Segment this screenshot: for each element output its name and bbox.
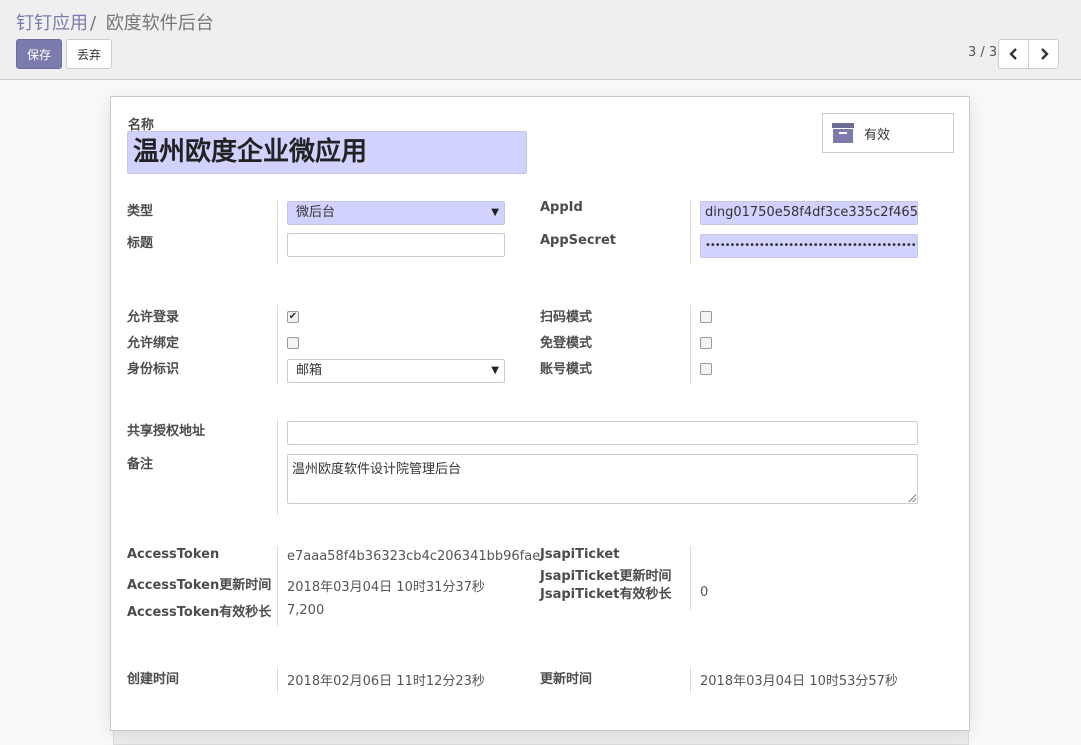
scan-mode-checkbox[interactable]	[700, 311, 712, 323]
allow-login-label: 允许登录	[127, 310, 180, 325]
appsecret-label: AppSecret	[540, 233, 617, 248]
jsapi-ticket-expire-value: 0	[700, 585, 709, 600]
jsapi-ticket-label: JsapiTicket	[540, 547, 620, 562]
separator	[690, 546, 691, 610]
type-value: 微后台	[296, 205, 336, 220]
separator	[277, 199, 278, 265]
breadcrumb: 钉钉应用 / 欧度软件后台	[16, 9, 214, 35]
type-label: 类型	[127, 204, 154, 219]
note-label: 备注	[127, 457, 154, 472]
share-url-input[interactable]	[287, 421, 918, 445]
allow-login-checkbox[interactable]: ✔	[287, 311, 299, 323]
jsapi-ticket-updated-label: JsapiTicket更新时间	[540, 569, 672, 584]
chevron-right-icon	[1040, 48, 1049, 60]
account-mode-label: 账号模式	[540, 362, 593, 377]
access-token-label: AccessToken	[127, 547, 220, 562]
share-url-label: 共享授权地址	[127, 424, 206, 439]
write-date-label: 更新时间	[540, 672, 593, 687]
form-sheet: 名称 温州欧度企业微应用 有效 类型 标题 微后台 ▼ AppId AppSec…	[110, 96, 970, 731]
note-textarea[interactable]: 温州欧度软件设计院管理后台	[287, 454, 918, 504]
separator	[277, 546, 278, 626]
title-label: 标题	[127, 236, 154, 251]
account-mode-checkbox[interactable]	[700, 363, 712, 375]
jsapi-ticket-expire-label: JsapiTicket有效秒长	[540, 587, 672, 602]
dropdown-arrow-icon: ▼	[491, 365, 499, 376]
note-value: 温州欧度软件设计院管理后台	[292, 462, 462, 477]
separator	[277, 305, 278, 385]
allow-bind-label: 允许绑定	[127, 336, 180, 351]
create-date-label: 创建时间	[127, 672, 180, 687]
allow-bind-checkbox[interactable]	[287, 337, 299, 349]
separator	[690, 305, 691, 385]
write-date-value: 2018年03月04日 10时53分57秒	[700, 674, 898, 689]
active-label: 有效	[864, 127, 891, 143]
separator	[690, 667, 691, 693]
type-select[interactable]: 微后台 ▼	[287, 201, 505, 225]
discard-button[interactable]: 丢弃	[66, 39, 112, 69]
active-toggle-button[interactable]: 有效	[822, 113, 954, 153]
identity-label: 身份标识	[127, 362, 180, 377]
control-panel: 钉钉应用 / 欧度软件后台 保存 丢弃 3 / 3	[0, 0, 1081, 80]
separator	[277, 419, 278, 515]
identity-value: 邮箱	[296, 363, 323, 378]
dropdown-arrow-icon: ▼	[491, 207, 499, 218]
chevron-left-icon	[1008, 48, 1017, 60]
appid-input[interactable]: ding01750e58f4df3ce335c2f4657eb6	[700, 201, 918, 225]
checkmark-icon: ✔	[288, 311, 298, 322]
identity-select[interactable]: 邮箱 ▼	[287, 359, 505, 383]
pager-previous-button[interactable]	[998, 39, 1029, 69]
scan-mode-label: 扫码模式	[540, 310, 593, 325]
access-token-expire-value: 7,200	[287, 603, 325, 618]
free-login-label: 免登模式	[540, 336, 593, 351]
appid-label: AppId	[540, 200, 583, 215]
breadcrumb-separator: /	[90, 13, 97, 34]
breadcrumb-current: 欧度软件后台	[105, 13, 214, 34]
access-token-expire-label: AccessToken有效秒长	[127, 605, 272, 620]
save-button[interactable]: 保存	[16, 39, 62, 69]
resize-handle-icon[interactable]	[908, 494, 916, 502]
sheet-shadow	[113, 731, 969, 745]
separator	[690, 199, 691, 265]
create-date-value: 2018年02月06日 11时12分23秒	[287, 674, 485, 689]
archive-icon	[832, 123, 854, 143]
appsecret-input[interactable]: ••••••••••••••••••••••••••••••••••••••••…	[700, 234, 918, 258]
name-input[interactable]: 温州欧度企业微应用	[127, 131, 527, 174]
access-token-updated-value: 2018年03月04日 10时31分37秒	[287, 580, 485, 595]
access-token-updated-label: AccessToken更新时间	[127, 578, 272, 593]
pager-value: 3 / 3	[968, 45, 998, 60]
breadcrumb-parent-link[interactable]: 钉钉应用	[16, 13, 88, 34]
title-input[interactable]	[287, 233, 505, 257]
free-login-checkbox[interactable]	[700, 337, 712, 349]
access-token-value: e7aaa58f4b36323cb4c206341bb96fae	[287, 549, 541, 564]
separator	[277, 667, 278, 693]
pager-next-button[interactable]	[1028, 39, 1059, 69]
